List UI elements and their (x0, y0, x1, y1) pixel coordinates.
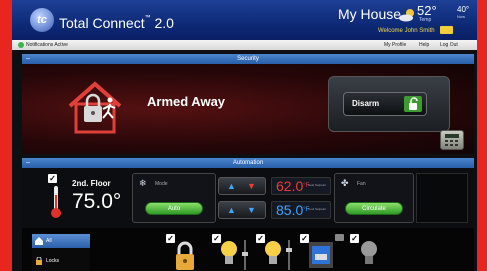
disarm-label: Disarm (352, 99, 380, 108)
house-small-icon (35, 237, 43, 245)
fan-icon: ✤ (341, 178, 349, 188)
disarm-button[interactable]: Disarm (343, 92, 427, 116)
cool-setpoint-arrows: ▲ ▼ (218, 201, 266, 219)
cool-setpoint-caption: Cool Setpoint (307, 207, 326, 211)
fan-circulate-button[interactable]: Circulate (345, 202, 403, 215)
security-panel: Armed Away Disarm (22, 64, 474, 154)
armed-house-icon (68, 81, 122, 134)
cool-up-arrow-icon[interactable]: ▲ (227, 205, 236, 215)
notification-status: Notifications Active (26, 42, 68, 48)
device-filter-list: All Locks (32, 234, 90, 271)
heat-setpoint-caption: Heat Setpoint (307, 183, 326, 187)
heat-setpoint-display: 62.0°F Heat Setpoint (271, 177, 331, 195)
empty-tile (416, 173, 468, 223)
keypad-icon[interactable] (440, 130, 464, 150)
fan-label: Fan (357, 181, 366, 187)
filter-locks-label: Locks (46, 258, 60, 264)
automation-section-header: – Automation (22, 158, 474, 168)
security-status: Armed Away (147, 94, 226, 109)
logo-text: tc (37, 14, 47, 26)
filter-all-label: All (46, 238, 52, 244)
light-bulb-off-icon[interactable] (360, 240, 378, 270)
thermostat-name: 2nd. Floor (72, 179, 111, 188)
app-version: 2.0 (154, 15, 174, 31)
light3-checkbox[interactable]: ✓ (350, 234, 359, 243)
camera-icon[interactable] (335, 234, 344, 241)
tc-logo: tc (30, 8, 54, 32)
garage-door-icon[interactable] (308, 240, 334, 270)
dimmer-slider-icon[interactable] (242, 240, 248, 270)
devices-area: All Locks ✓ ✓ ✓ ✓ ✓ (22, 228, 474, 271)
cool-setpoint-display: 85.0°F Cool Setpoint (271, 201, 331, 219)
collapse-security-button[interactable]: – (24, 55, 32, 63)
lock-small-icon (36, 257, 42, 265)
logout-link[interactable]: Log Out (440, 42, 458, 48)
app-header: tc Total Connect™ 2.0 My House 52° Temp … (12, 0, 477, 40)
security-section-header: – Security (22, 54, 474, 64)
help-link[interactable]: Help (419, 42, 429, 48)
fan-control: ✤ Fan Circulate (334, 173, 414, 223)
collapse-automation-button[interactable]: – (24, 159, 32, 167)
mode-label: Mode (155, 181, 168, 187)
heat-up-arrow-icon[interactable]: ▲ (227, 181, 236, 191)
partly-cloudy-icon (399, 9, 414, 22)
mode-auto-button[interactable]: Auto (145, 202, 203, 215)
snowflake-icon: ❄ (139, 178, 147, 188)
temperature-secondary: 40° (457, 5, 470, 14)
current-temperature: 75.0° (72, 190, 122, 213)
light-bulb-2-icon[interactable] (264, 240, 282, 270)
filter-locks[interactable]: Locks (32, 254, 90, 268)
thermometer-icon (51, 186, 61, 218)
filter-all[interactable]: All (32, 234, 90, 248)
cool-setpoint-value: 85.0 (276, 202, 304, 218)
mail-icon[interactable] (440, 26, 453, 34)
heat-down-arrow-icon[interactable]: ▼ (247, 181, 256, 191)
thermostat-panel: ✓ 2nd. Floor 75.0° ❄ Mode Auto ▲ ▼ 62.0°… (22, 168, 474, 228)
padlock-icon[interactable] (174, 240, 196, 270)
temperature-main: 52° (417, 3, 437, 18)
thermostat-checkbox[interactable]: ✓ (48, 174, 57, 183)
app-title: Total Connect™ 2.0 (59, 15, 174, 31)
top-nav-bar: Notifications Active My Profile Help Log… (12, 40, 477, 50)
my-profile-link[interactable]: My Profile (384, 42, 406, 48)
automation-section-title: Automation (232, 160, 264, 166)
unlock-icon (404, 96, 422, 112)
app-name: Total Connect (59, 15, 145, 31)
cool-down-arrow-icon[interactable]: ▼ (247, 205, 256, 215)
security-section-title: Security (237, 56, 259, 62)
disarm-frame: Disarm (328, 76, 450, 132)
welcome-text: Welcome John Smith (378, 28, 435, 34)
temperature-secondary-label: Now (457, 14, 466, 19)
temperature-main-label: Temp (419, 17, 432, 23)
trademark: ™ (144, 15, 151, 21)
dimmer-slider-2-icon[interactable] (286, 240, 292, 270)
mode-control: ❄ Mode Auto (132, 173, 216, 223)
heat-setpoint-value: 62.0 (276, 178, 304, 194)
total-connect-app: tc Total Connect™ 2.0 My House 52° Temp … (12, 0, 477, 271)
heat-setpoint-arrows: ▲ ▼ (218, 177, 266, 195)
light-bulb-icon[interactable] (220, 240, 238, 270)
location-name[interactable]: My House (338, 6, 401, 22)
notification-status-icon (18, 42, 24, 48)
